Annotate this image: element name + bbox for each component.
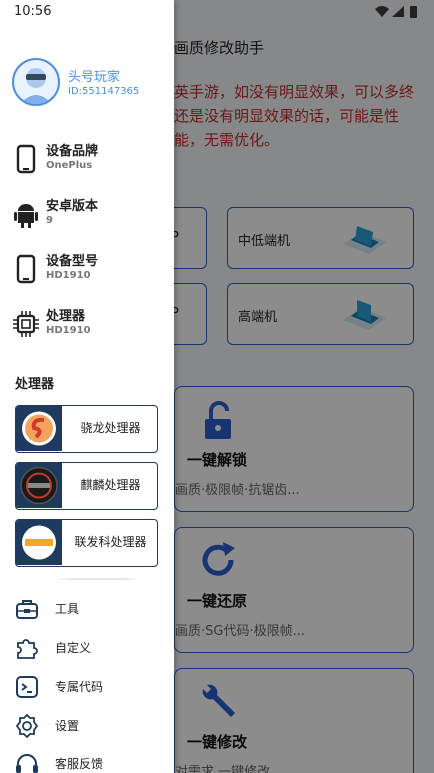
navigation-drawer: 头号玩家 ID:551147365 设备品牌 OnePlus 安卓版本 9 设备… xyxy=(0,0,174,773)
kirin-logo xyxy=(16,463,62,508)
device-model-item: 设备型号 HD1910 xyxy=(12,250,172,290)
mediatek-logo xyxy=(16,520,62,565)
snapdragon-logo xyxy=(16,406,62,451)
snapdragon-button[interactable]: 骁龙处理器 xyxy=(15,405,158,453)
device-brand-item: 设备品牌 OnePlus xyxy=(12,140,172,180)
terminal-icon xyxy=(16,676,38,698)
divider xyxy=(56,578,140,580)
mediatek-button[interactable]: 联发科处理器 xyxy=(15,519,158,567)
menu-item-custom[interactable]: 自定义 xyxy=(14,633,170,663)
status-bar: 10:56 xyxy=(0,0,434,24)
menu-item-settings[interactable]: 设置 xyxy=(14,711,170,741)
wifi-icon xyxy=(375,6,389,17)
android-version-item: 安卓版本 9 xyxy=(12,195,172,235)
menu-item-exclusive-code[interactable]: 专属代码 xyxy=(14,672,170,702)
user-id: ID:551147365 xyxy=(68,86,140,97)
user-profile[interactable]: 头号玩家 ID:551147365 xyxy=(12,58,172,108)
menu-item-tools[interactable]: 工具 xyxy=(14,594,170,624)
avatar[interactable] xyxy=(12,58,60,106)
headset-icon xyxy=(16,754,38,773)
processor-item: 处理器 HD1910 xyxy=(12,305,172,345)
battery-icon xyxy=(410,6,417,18)
user-name: 头号玩家 xyxy=(68,70,121,85)
android-icon xyxy=(14,204,38,228)
phone-icon xyxy=(16,254,36,284)
cpu-icon xyxy=(13,311,39,337)
signal-icon xyxy=(392,6,404,17)
toolbox-icon xyxy=(16,600,38,619)
gear-icon xyxy=(15,713,39,739)
avatar-icon xyxy=(20,68,52,104)
kirin-button[interactable]: 麒麟处理器 xyxy=(15,462,158,510)
puzzle-icon xyxy=(17,639,38,659)
status-time: 10:56 xyxy=(14,4,52,19)
status-icons xyxy=(375,6,417,18)
phone-icon xyxy=(16,144,36,174)
processor-section-title: 处理器 xyxy=(15,377,55,392)
menu-item-support[interactable]: 客服反馈 xyxy=(14,749,170,773)
